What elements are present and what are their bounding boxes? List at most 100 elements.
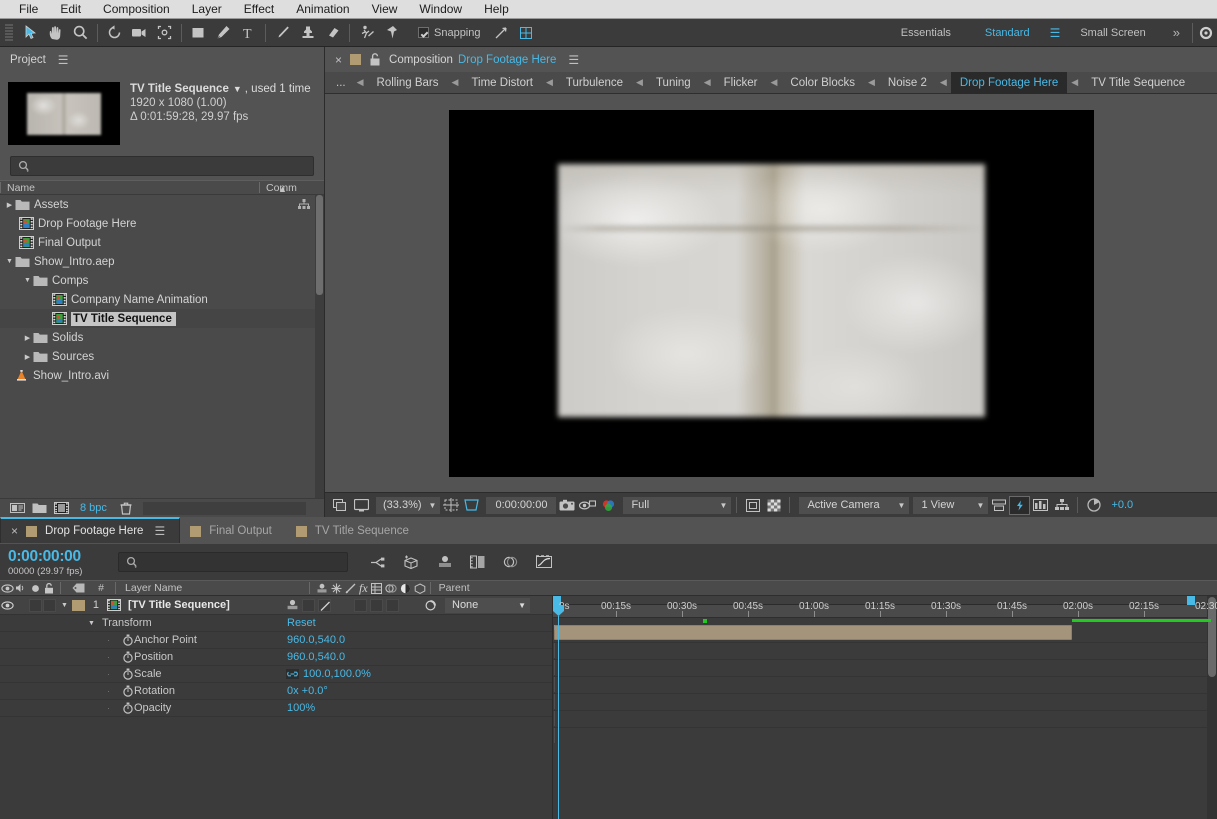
chevron-down-icon[interactable]: ▼ — [4, 258, 15, 265]
project-search-input[interactable] — [35, 160, 313, 172]
resolution-dropdown[interactable]: Full ▼ — [623, 496, 732, 514]
property-row[interactable]: · Rotation 0x +0.0° — [0, 683, 552, 700]
composition-panel-menu-icon[interactable]: ☰ — [568, 53, 579, 67]
motion-blur-button[interactable] — [494, 551, 527, 573]
type-tool-button[interactable]: T — [236, 22, 261, 44]
property-value[interactable]: 100% — [287, 702, 315, 714]
list-item[interactable]: ▶ Sources — [0, 347, 324, 366]
nav-ellipsis[interactable]: ... — [329, 77, 353, 89]
solo-switch-header[interactable] — [28, 584, 42, 593]
video-switch-header[interactable] — [0, 583, 14, 593]
effects-toggle[interactable] — [354, 598, 367, 612]
menu-item-edit[interactable]: Edit — [49, 0, 92, 19]
interpret-footage-button[interactable] — [6, 501, 28, 516]
time-ruler[interactable]: 0s 00:15s 00:30s 00:45s 01:00s 01:15s 01… — [553, 596, 1217, 618]
eraser-tool-button[interactable] — [320, 22, 345, 44]
delete-button[interactable] — [115, 501, 137, 516]
shape-tool-button[interactable] — [186, 22, 211, 44]
graph-editor-button[interactable] — [527, 551, 560, 573]
snapping-group[interactable]: Snapping — [418, 22, 539, 44]
chevron-down-icon[interactable]: ▼ — [22, 277, 33, 284]
list-item-selected[interactable]: TV Title Sequence — [0, 309, 324, 328]
project-search-box[interactable] — [10, 156, 314, 176]
new-folder-button[interactable] — [28, 501, 50, 516]
nav-item-rolling-bars[interactable]: Rolling Bars — [368, 72, 448, 94]
nav-item-color-blocks[interactable]: Color Blocks — [781, 72, 864, 94]
column-header-layer-name[interactable]: Layer Name — [120, 582, 305, 594]
project-panel-menu-icon[interactable]: ☰ — [58, 53, 69, 67]
property-value[interactable]: 100.0,100.0% — [303, 668, 371, 680]
nav-item-flicker[interactable]: Flicker — [715, 72, 767, 94]
menu-item-layer[interactable]: Layer — [181, 0, 233, 19]
brush-tool-button[interactable] — [270, 22, 295, 44]
selection-tool-button[interactable] — [18, 22, 43, 44]
workspace-essentials[interactable]: Essentials — [884, 19, 968, 47]
menu-item-view[interactable]: View — [361, 0, 409, 19]
nav-arrow-icon[interactable]: ◀ — [936, 77, 951, 88]
list-item[interactable]: ▶ Assets — [0, 195, 324, 214]
list-item[interactable]: Drop Footage Here — [0, 214, 324, 233]
column-header-name[interactable]: Name — [1, 182, 259, 194]
timeline-vertical-scrollbar[interactable] — [1207, 596, 1217, 819]
menu-item-help[interactable]: Help — [473, 0, 520, 19]
always-preview-button[interactable] — [330, 496, 351, 515]
workspace-small-screen[interactable]: Small Screen — [1063, 19, 1162, 47]
transparency-grid-button[interactable] — [763, 496, 784, 515]
list-item[interactable]: Final Output — [0, 233, 324, 252]
label-column-header[interactable] — [65, 583, 91, 593]
exposure-reset-button[interactable] — [1083, 496, 1104, 515]
nav-item-turbulence[interactable]: Turbulence — [557, 72, 632, 94]
timeline-panel-menu-icon[interactable]: ☰ — [154, 524, 165, 538]
stopwatch-icon[interactable] — [122, 702, 134, 714]
shy-icon[interactable] — [286, 599, 299, 611]
camera-view-dropdown[interactable]: Active Camera ▼ — [799, 496, 910, 514]
exposure-value[interactable]: +0.0 — [1111, 499, 1133, 511]
timeline-search-box[interactable] — [118, 552, 348, 572]
nav-arrow-icon[interactable]: ◀ — [542, 77, 557, 88]
frame-blending-toggle[interactable] — [370, 598, 383, 612]
rotation-tool-button[interactable] — [102, 22, 127, 44]
nav-item-noise-2[interactable]: Noise 2 — [879, 72, 936, 94]
transform-reset-link[interactable]: Reset — [287, 617, 316, 629]
lock-switch-header[interactable] — [42, 582, 56, 594]
lock-icon[interactable] — [369, 53, 381, 66]
timeline-link-button[interactable] — [1030, 496, 1051, 515]
layer-audio-toggle[interactable] — [14, 599, 28, 612]
timeline-current-time-display[interactable]: 0:00:00:00 00000 (29.97 fps) — [8, 548, 108, 577]
sort-ascending-icon[interactable]: ▲ — [278, 184, 287, 194]
take-snapshot-button[interactable] — [556, 496, 577, 515]
nav-arrow-icon[interactable]: ◀ — [864, 77, 879, 88]
nav-arrow-icon[interactable]: ◀ — [353, 77, 368, 88]
show-snapshot-button[interactable] — [577, 496, 598, 515]
project-tab-label[interactable]: Project — [10, 54, 46, 66]
list-item[interactable]: ▶ Solids — [0, 328, 324, 347]
project-scrollbar[interactable] — [315, 195, 324, 498]
flowchart-button[interactable] — [1051, 496, 1072, 515]
menu-item-composition[interactable]: Composition — [92, 0, 181, 19]
property-value[interactable]: 960.0,540.0 — [287, 634, 345, 646]
live-update-button[interactable] — [362, 551, 395, 573]
property-value[interactable]: 0x +0.0° — [287, 685, 328, 697]
layer-duration-bar[interactable] — [554, 625, 1072, 640]
pen-tool-button[interactable] — [211, 22, 236, 44]
pick-whip-icon[interactable] — [424, 599, 437, 612]
region-interest-toggle[interactable] — [742, 496, 763, 515]
timeline-graph-area[interactable]: 0s 00:15s 00:30s 00:45s 01:00s 01:15s 01… — [553, 596, 1217, 819]
collapse-transform-toggle[interactable] — [302, 598, 315, 612]
transform-expand-triangle[interactable]: ▼ — [88, 620, 95, 627]
color-depth-button[interactable]: 8 bpc — [80, 502, 107, 514]
layer-lock-toggle[interactable] — [42, 598, 56, 612]
scale-link-icon[interactable] — [286, 669, 299, 679]
new-composition-button[interactable] — [50, 501, 72, 516]
composition-stage[interactable] — [448, 109, 1094, 477]
workspace-standard[interactable]: Standard — [968, 19, 1047, 47]
list-item[interactable]: Show_Intro.avi — [0, 366, 324, 385]
layer-solo-toggle[interactable] — [28, 598, 42, 612]
nav-arrow-icon[interactable]: ◀ — [700, 77, 715, 88]
property-row[interactable]: · Opacity 100% — [0, 700, 552, 717]
roto-brush-tool-button[interactable] — [354, 22, 379, 44]
clone-stamp-tool-button[interactable] — [295, 22, 320, 44]
tab-drop-footage-here[interactable]: × Drop Footage Here ☰ — [0, 517, 181, 543]
list-item[interactable]: ▼ Comps — [0, 271, 324, 290]
hand-tool-button[interactable] — [43, 22, 68, 44]
